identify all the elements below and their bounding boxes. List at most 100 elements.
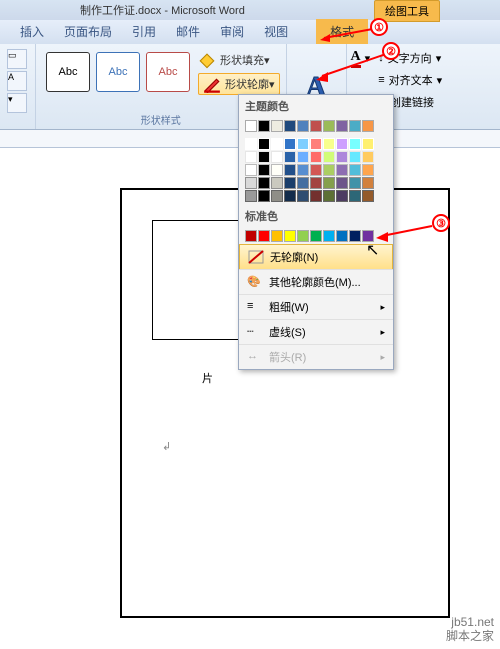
color-swatch[interactable] (245, 120, 257, 132)
color-swatch[interactable] (310, 177, 322, 189)
color-swatch[interactable] (349, 151, 361, 163)
color-swatch[interactable] (284, 230, 296, 242)
tab-insert[interactable]: 插入 (10, 19, 54, 44)
watermark: jb51.net 脚本之家 (446, 615, 494, 643)
theme-color-row[interactable] (239, 117, 393, 135)
color-swatch[interactable] (349, 177, 361, 189)
color-swatch[interactable] (245, 190, 257, 202)
color-swatch[interactable] (271, 230, 283, 242)
color-swatch[interactable] (336, 190, 348, 202)
shape-fill-button[interactable]: 形状填充 ▾ (198, 49, 280, 71)
shape-outline-button[interactable]: 形状轮廓 ▾ (198, 73, 280, 95)
color-swatch[interactable] (245, 138, 257, 150)
ribbon-tabs: 插入 页面布局 引用 邮件 审阅 视图 格式 (0, 20, 500, 44)
color-swatch[interactable] (271, 138, 283, 150)
color-swatch[interactable] (271, 164, 283, 176)
no-outline-icon (248, 250, 264, 264)
weight-icon: ≡ (247, 300, 263, 314)
standard-colors-title: 标准色 (239, 205, 393, 227)
tab-view[interactable]: 视图 (254, 19, 298, 44)
color-swatch[interactable] (245, 151, 257, 163)
color-swatch[interactable] (297, 120, 309, 132)
placeholder-text: 片 (202, 370, 213, 386)
color-swatch[interactable] (258, 164, 270, 176)
arrow-2 (316, 52, 388, 82)
color-swatch[interactable] (349, 164, 361, 176)
color-swatch[interactable] (323, 190, 335, 202)
color-swatch[interactable] (310, 138, 322, 150)
pen-icon (203, 77, 221, 91)
color-swatch[interactable] (349, 190, 361, 202)
color-swatch[interactable] (323, 164, 335, 176)
color-swatch[interactable] (349, 120, 361, 132)
textbox-button[interactable]: A (7, 71, 27, 91)
color-swatch[interactable] (362, 177, 374, 189)
color-swatch[interactable] (336, 151, 348, 163)
color-swatch[interactable] (258, 177, 270, 189)
color-swatch[interactable] (284, 120, 296, 132)
color-swatch[interactable] (323, 177, 335, 189)
color-swatch[interactable] (271, 151, 283, 163)
color-swatch[interactable] (336, 230, 348, 242)
color-swatch[interactable] (349, 138, 361, 150)
color-swatch[interactable] (245, 177, 257, 189)
color-wheel-icon: 🎨 (247, 275, 263, 289)
tab-reference[interactable]: 引用 (122, 19, 166, 44)
color-swatch[interactable] (362, 138, 374, 150)
shapes-button[interactable]: ▭ (7, 49, 27, 69)
color-swatch[interactable] (245, 230, 257, 242)
cursor-icon: ↖ (366, 240, 379, 260)
color-swatch[interactable] (258, 120, 270, 132)
style-swatch-3[interactable]: Abc (146, 52, 190, 92)
color-swatch[interactable] (362, 190, 374, 202)
color-swatch[interactable] (336, 138, 348, 150)
more-outline-colors-item[interactable]: 🎨 其他轮廓颜色(M)... (239, 269, 393, 294)
color-swatch[interactable] (323, 151, 335, 163)
color-swatch[interactable] (310, 164, 322, 176)
color-swatch[interactable] (258, 138, 270, 150)
color-swatch[interactable] (284, 151, 296, 163)
color-swatch[interactable] (284, 177, 296, 189)
color-swatch[interactable] (284, 138, 296, 150)
color-swatch[interactable] (271, 190, 283, 202)
color-swatch[interactable] (258, 190, 270, 202)
tab-page-layout[interactable]: 页面布局 (54, 19, 122, 44)
style-swatch-2[interactable]: Abc (96, 52, 140, 92)
tab-mail[interactable]: 邮件 (166, 19, 210, 44)
color-swatch[interactable] (310, 120, 322, 132)
color-swatch[interactable] (284, 190, 296, 202)
theme-shades-grid[interactable] (239, 135, 393, 205)
color-swatch[interactable] (271, 177, 283, 189)
color-swatch[interactable] (323, 138, 335, 150)
color-swatch[interactable] (336, 177, 348, 189)
color-swatch[interactable] (297, 164, 309, 176)
doc-title: 制作工作证.docx - Microsoft Word (80, 2, 245, 18)
color-swatch[interactable] (271, 120, 283, 132)
color-swatch[interactable] (336, 164, 348, 176)
dashes-item[interactable]: ┄ 虚线(S)▸ (239, 319, 393, 344)
tab-review[interactable]: 审阅 (210, 19, 254, 44)
outline-dropdown: 主题颜色 标准色 无轮廓(N) 🎨 其他轮廓颜色(M)... ≡ 粗细(W)▸ … (238, 94, 394, 370)
color-swatch[interactable] (258, 151, 270, 163)
color-swatch[interactable] (310, 190, 322, 202)
color-swatch[interactable] (310, 151, 322, 163)
color-swatch[interactable] (297, 138, 309, 150)
shapes-more-button[interactable]: ▾ (7, 93, 27, 113)
color-swatch[interactable] (297, 230, 309, 242)
color-swatch[interactable] (297, 151, 309, 163)
color-swatch[interactable] (297, 177, 309, 189)
color-swatch[interactable] (323, 230, 335, 242)
color-swatch[interactable] (297, 190, 309, 202)
color-swatch[interactable] (362, 120, 374, 132)
color-swatch[interactable] (323, 120, 335, 132)
style-swatch-1[interactable]: Abc (46, 52, 90, 92)
color-swatch[interactable] (336, 120, 348, 132)
color-swatch[interactable] (245, 164, 257, 176)
color-swatch[interactable] (258, 230, 270, 242)
color-swatch[interactable] (349, 230, 361, 242)
weight-item[interactable]: ≡ 粗细(W)▸ (239, 294, 393, 319)
color-swatch[interactable] (362, 164, 374, 176)
color-swatch[interactable] (310, 230, 322, 242)
color-swatch[interactable] (284, 164, 296, 176)
color-swatch[interactable] (362, 151, 374, 163)
